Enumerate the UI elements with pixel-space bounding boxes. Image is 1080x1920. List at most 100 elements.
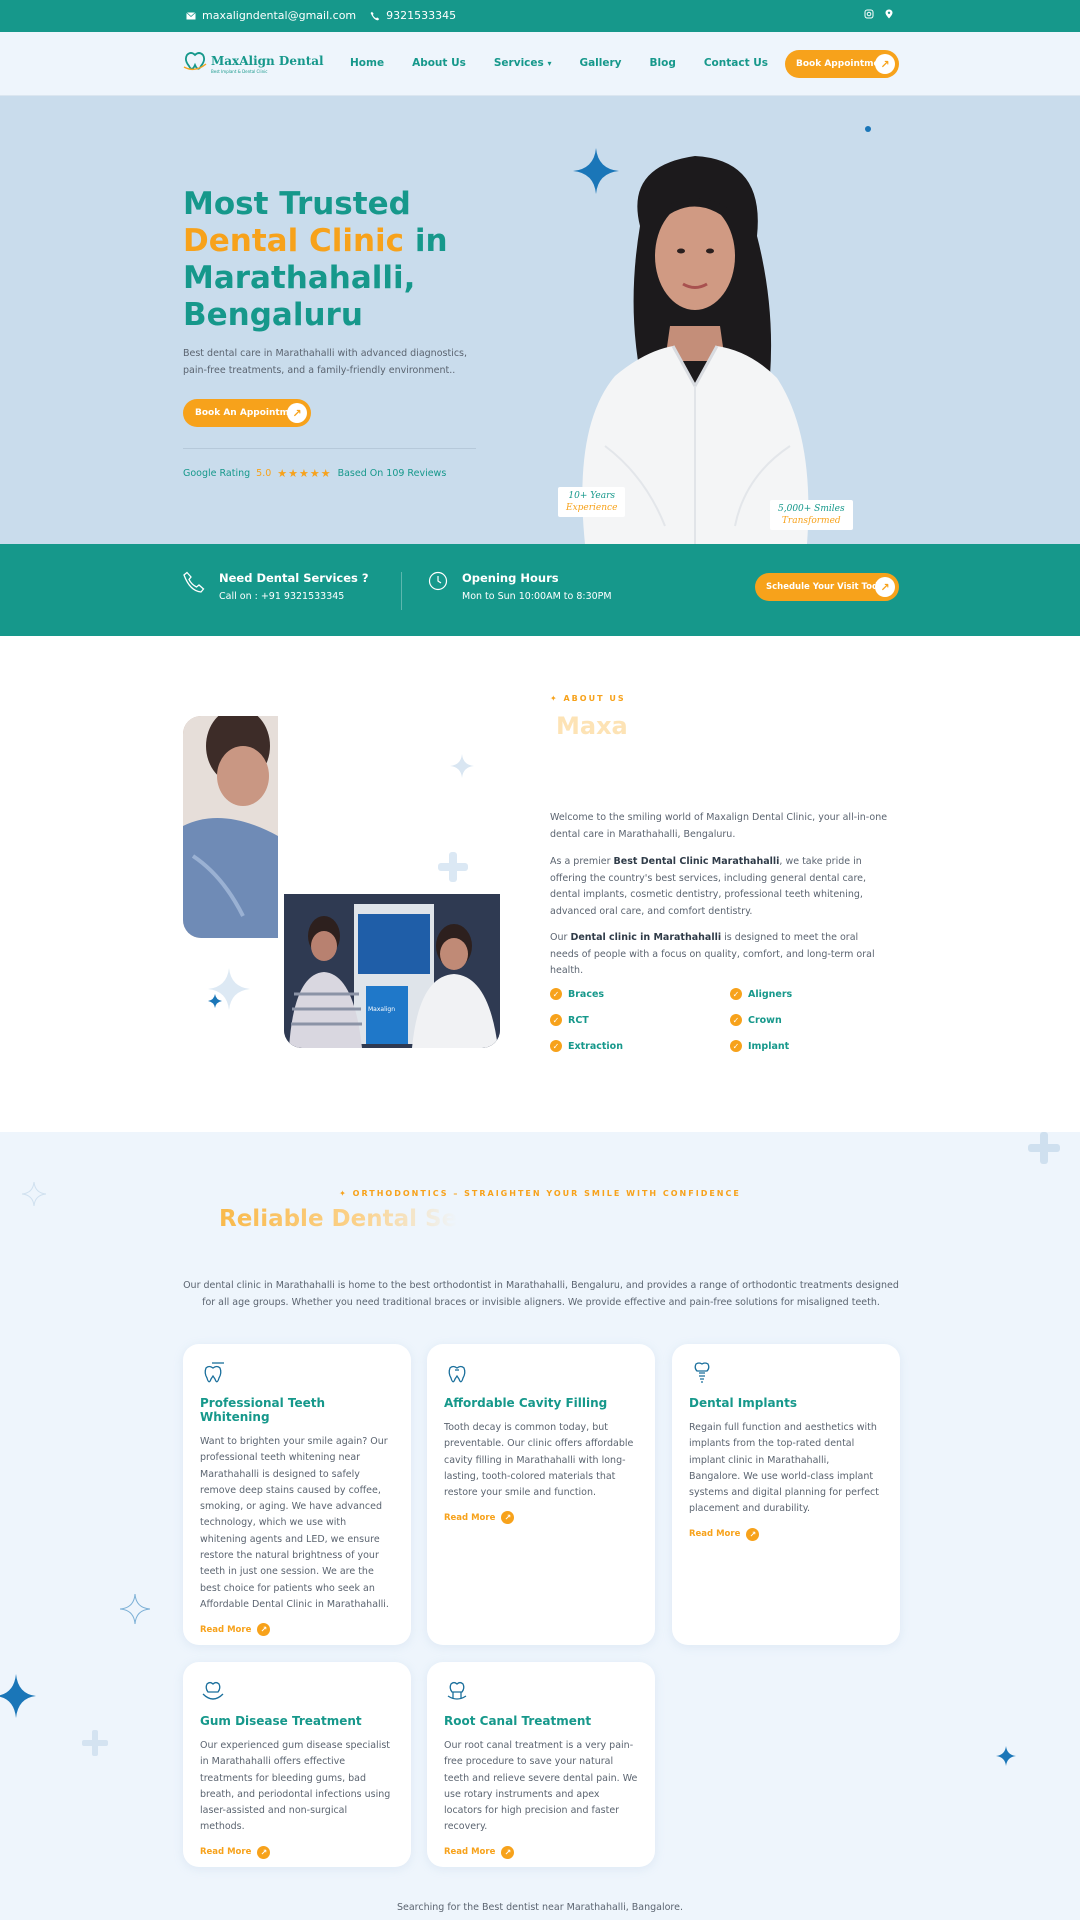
dentist-photo [582,156,809,544]
call-info-title: Need Dental Services ? [219,571,369,585]
nav-item-services[interactable]: Services ▾ [494,57,552,69]
schedule-visit-label: Schedule Your Visit Today [766,582,890,592]
about-paragraph-1: Welcome to the smiling world of Maxalign… [550,812,888,840]
feature-label: Implant [748,1040,790,1052]
smiles-badge-value: 5,000+ Smiles [778,504,845,514]
check-icon: ✓ [550,988,562,1000]
arrow-up-right-icon: ↗ [875,577,895,597]
root-canal-icon [447,1681,467,1700]
plus-icon [82,1730,108,1756]
bag-text: Maxalign [368,1006,396,1013]
tooth-logo-icon [183,52,207,71]
ortho-footer-text: Searching for the Best dentist near Mara… [396,1902,683,1913]
phone-icon [370,11,380,20]
smiles-badge: 5,000+ Smiles Transformed [770,500,853,530]
top-contact: maxaligndental@gmail.com 9321533345 [186,9,456,22]
card-title: Professional Teeth Whitening [200,1396,326,1424]
hero-title-accent: Dental Clinic [183,223,405,259]
hero-divider [183,448,476,449]
nav-item-blog[interactable]: Blog [650,57,676,69]
card-text: Our root canal treatment is a very pain-… [444,1740,638,1833]
experience-badge: 10+ Years Experience [558,487,626,517]
tooth-whitening-icon [204,1362,224,1383]
book-an-appointment-button[interactable]: Book An Appointment ↗ [183,399,311,427]
nav-item-about[interactable]: About Us [412,57,466,69]
read-more-label: Read More [444,1847,496,1858]
feature-label: Braces [568,988,605,1000]
ortho-eyebrow: ✦ ORTHODONTICS – STRAIGHTEN YOUR SMILE W… [339,1189,741,1198]
logo[interactable]: MaxAlign Dental Best Implant & Dental Cl… [183,50,324,74]
plus-icon [438,852,468,882]
card-title: Root Canal Treatment [444,1714,592,1728]
experience-badge-value: 10+ Years [568,491,616,501]
email-link[interactable]: maxaligndental@gmail.com [186,9,356,22]
about-paragraph-2: As a premier Best Dental Clinic Marathah… [550,854,888,920]
logo-tagline: Best Implant & Dental Clinic [211,69,268,74]
rating-count: Based On 109 Reviews [337,468,447,479]
feature-crown: ✓ Crown [730,1014,782,1026]
phone-text: 9321533345 [386,9,457,22]
rating-label: Google Rating [183,468,251,479]
top-bar: maxaligndental@gmail.com 9321533345 [0,0,1080,32]
arrow-up-right-icon: ↗ [746,1527,760,1541]
phone-link[interactable]: 9321533345 [370,9,456,22]
arrow-up-right-icon: ↗ [287,403,307,423]
nav-item-contact[interactable]: Contact Us [704,57,768,69]
check-icon: ✓ [730,1040,742,1052]
about-eyebrow: ✦ ABOUT US [550,694,626,703]
clock-icon [428,571,448,591]
check-icon: ✓ [730,1014,742,1026]
ortho-title: Reliable Dental Se [219,1206,458,1232]
location-icon[interactable] [884,9,894,19]
feature-label: Crown [748,1014,782,1026]
call-info-number: Call on : +91 9321533345 [219,591,345,602]
about-paragraph-3-pre: Our [550,932,571,943]
instagram-icon[interactable] [864,9,874,19]
star-icons: ★★★★★ [277,467,332,480]
check-icon: ✓ [550,1014,562,1026]
arrow-up-right-icon: ↗ [257,1623,271,1637]
logo-name: MaxAlign Dental [211,54,324,68]
about-paragraph-2-pre: As a premier [550,856,614,867]
arrow-up-right-icon: ↗ [501,1845,515,1859]
sparkle-icon [208,994,222,1008]
read-more-label: Read More [689,1529,741,1540]
call-info[interactable]: Need Dental Services ? Call on : +91 932… [183,571,369,602]
card-title: Affordable Cavity Filling [444,1396,608,1410]
sparkle-icon [996,1746,1016,1766]
feature-label: Extraction [568,1040,623,1052]
nav-item-gallery[interactable]: Gallery [579,57,621,69]
feature-implant: ✓ Implant [730,1040,789,1052]
service-card-cavity-filling: Affordable Cavity Filling Tooth decay is… [427,1344,655,1645]
read-more-link[interactable]: Read More ↗ [444,1511,638,1525]
arrow-up-right-icon: ↗ [501,1511,515,1525]
service-card-teeth-whitening: Professional Teeth Whitening Want to bri… [183,1344,411,1645]
read-more-link[interactable]: Read More ↗ [689,1527,883,1541]
hero-lead: Best dental care in Marathahalli with ad… [183,348,468,376]
gum-treatment-icon [202,1681,224,1700]
card-title: Gum Disease Treatment [200,1714,362,1728]
hours-info: Opening Hours Mon to Sun 10:00AM to 8:30… [428,571,612,602]
hero-section: Most Trusted Dental Clinic in Marathahal… [0,96,1080,544]
nav-item-services-label: Services [493,57,544,69]
service-card-root-canal: Root Canal Treatment Our root canal trea… [427,1662,655,1867]
read-more-label: Read More [200,1624,252,1635]
service-card-gum-disease: Gum Disease Treatment Our experienced gu… [183,1662,411,1867]
sparkle-icon [0,1674,36,1718]
feature-aligners: ✓ Aligners [730,988,792,1000]
hero-title: Most Trusted Dental Clinic in Marathahal… [183,186,503,334]
dental-implant-icon [694,1362,710,1383]
check-icon: ✓ [550,1040,562,1052]
card-title: Dental Implants [689,1396,797,1410]
nav-item-home[interactable]: Home [350,57,384,69]
clinic-photo: Maxalign [284,894,500,1048]
card-text: Tooth decay is common today, but prevent… [444,1422,634,1499]
arrow-up-right-icon: ↗ [875,54,895,74]
book-appointment-button[interactable]: Book Appointment ↗ [785,50,899,78]
read-more-link[interactable]: Read More ↗ [444,1845,638,1859]
card-text: Regain full function and aesthetics with… [689,1422,879,1515]
experience-badge-label: Experience [566,503,618,513]
read-more-link[interactable]: Read More ↗ [200,1623,394,1637]
schedule-visit-button[interactable]: Schedule Your Visit Today ↗ [755,573,899,601]
read-more-link[interactable]: Read More ↗ [200,1845,394,1859]
